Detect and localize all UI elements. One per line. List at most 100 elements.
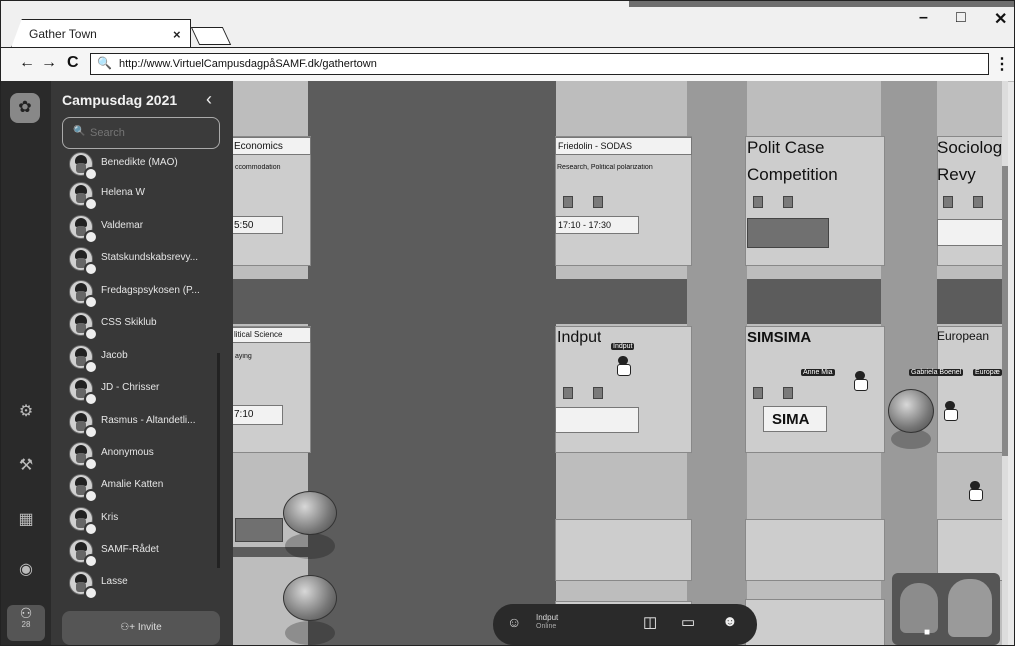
player-avatar[interactable]	[616, 356, 631, 376]
participants-button[interactable]: ⚇ 28	[7, 605, 45, 641]
member-item[interactable]: Helena W	[69, 179, 229, 211]
url-text[interactable]: http://www.VirtuelCampusdagpåSAMF.dk/gat…	[119, 58, 377, 70]
player-avatar[interactable]	[943, 401, 958, 421]
tab-title[interactable]: Gather Town	[29, 27, 97, 41]
member-item[interactable]: SAMF-Rådet	[69, 536, 229, 568]
player-nametag: Gabriela Boenel	[909, 369, 964, 376]
participant-video	[948, 579, 992, 637]
booth-european[interactable]	[937, 326, 1008, 453]
tree	[888, 389, 934, 433]
status-dot	[84, 392, 98, 406]
chat-icon[interactable]: ◉	[1, 559, 51, 579]
member-name: Helena W	[101, 187, 145, 198]
member-name: SAMF-Rådet	[101, 544, 159, 555]
status-dot	[84, 425, 98, 439]
bottom-control-bar: ☺ Indput Online ◫ ▭ ☻	[493, 604, 757, 645]
invite-label: Invite	[137, 622, 162, 633]
status-dot	[84, 327, 98, 341]
hammer-icon[interactable]: ⚒	[1, 455, 51, 475]
map-icon[interactable]: ◫	[643, 613, 657, 631]
booth-title: Polit Case	[747, 138, 825, 157]
member-item[interactable]: Kris	[69, 504, 229, 536]
gear-icon[interactable]: ⚙	[1, 401, 51, 421]
booth[interactable]	[745, 599, 885, 645]
member-item[interactable]: Statskundskabsrevy...	[69, 244, 229, 276]
booth-political-science[interactable]	[233, 326, 311, 453]
member-item[interactable]: Benedikte (MAO)	[69, 149, 229, 181]
tree	[283, 575, 337, 621]
member-name: Benedikte (MAO)	[101, 157, 178, 168]
status-dot	[84, 522, 98, 536]
player-avatar[interactable]	[968, 481, 983, 501]
member-item[interactable]: Rasmus - Altandetli...	[69, 407, 229, 439]
calendar-icon[interactable]: ▦	[1, 509, 51, 529]
add-user-icon: ⚇+	[120, 622, 138, 633]
address-bar[interactable]: 🔍 http://www.VirtuelCampusdagpåSAMF.dk/g…	[90, 53, 989, 75]
member-item[interactable]: JD - Chrisser	[69, 374, 229, 406]
screen-share-icon[interactable]: ▭	[681, 613, 695, 631]
title-bar: Gather Town × – □ ✕	[1, 1, 1014, 48]
tab-close-icon[interactable]: ×	[173, 27, 181, 42]
gather-app: ✿ ⚙ ⚒ ▦ ◉ ⚇ 28 Campusdag 2021 ‹ 🔍 Benedi…	[1, 81, 1014, 645]
space-title: Campusdag 2021	[62, 92, 178, 108]
booth-time: 17:10 - 17:30	[558, 220, 612, 230]
booth-title-line2: Competition	[747, 165, 838, 184]
close-window-button[interactable]: ✕	[994, 9, 1007, 29]
status-dot	[84, 360, 98, 374]
booth-subtitle: ccommodation	[235, 164, 281, 171]
camera-icon[interactable]: ■	[924, 627, 930, 638]
gather-logo-icon[interactable]: ✿	[10, 93, 40, 123]
member-item[interactable]: Amalie Katten	[69, 471, 229, 503]
search-input[interactable]	[88, 122, 212, 144]
game-map[interactable]: Economics ccommodation 5:50 Friedolin - …	[233, 81, 1008, 645]
booth-subtitle: aying	[235, 353, 252, 360]
status-dot	[84, 554, 98, 568]
new-tab-button[interactable]	[190, 27, 232, 45]
booth[interactable]	[937, 519, 1008, 581]
booth-time: 5:50	[234, 220, 254, 231]
panel-scrollbar[interactable]	[217, 353, 220, 568]
player-avatar[interactable]	[853, 371, 868, 391]
player-nametag: Indput	[611, 343, 635, 350]
member-item[interactable]: Valdemar	[69, 212, 229, 244]
collapse-panel-icon[interactable]: ‹	[206, 89, 212, 110]
member-item[interactable]: CSS Skiklub	[69, 309, 229, 341]
member-name: Lasse	[101, 576, 128, 587]
page-scrollbar[interactable]	[1002, 81, 1008, 645]
member-item[interactable]: Jacob	[69, 342, 229, 374]
member-name: CSS Skiklub	[101, 317, 157, 328]
maximize-button[interactable]: □	[956, 9, 966, 27]
page-scrollbar-thumb[interactable]	[1002, 166, 1008, 456]
self-name: Indput	[536, 613, 559, 622]
status-dot	[84, 586, 98, 600]
status-dot	[84, 489, 98, 503]
booth-title: SIMSIMA	[747, 329, 812, 346]
back-button[interactable]: ←	[19, 54, 35, 72]
video-tile[interactable]: ■	[892, 573, 1000, 645]
browser-menu-icon[interactable]: ⋮	[994, 54, 1010, 74]
self-status: Online	[536, 623, 557, 630]
booth[interactable]	[745, 519, 885, 581]
booth-subtitle: Research, Political polarization	[557, 164, 653, 171]
member-item[interactable]: Lasse	[69, 568, 229, 600]
reload-button[interactable]: C	[67, 54, 79, 72]
player-nametag: Europæ	[973, 369, 1002, 376]
minimize-button[interactable]: –	[919, 9, 928, 27]
status-dot	[84, 262, 98, 276]
booth-sodas[interactable]	[555, 136, 692, 266]
booth[interactable]	[555, 519, 692, 581]
member-item[interactable]: Anonymous	[69, 439, 229, 471]
status-dot	[84, 295, 98, 309]
member-item[interactable]: Fredagspsykosen (P...	[69, 277, 229, 309]
booth-economics[interactable]	[233, 136, 311, 266]
invite-button[interactable]: ⚇+ Invite	[62, 611, 220, 645]
search-icon: 🔍	[97, 56, 112, 70]
participants-panel: Campusdag 2021 ‹ 🔍 Benedikte (MAO) Helen…	[51, 81, 233, 645]
forward-button[interactable]: →	[41, 54, 57, 72]
search-box[interactable]: 🔍	[62, 117, 220, 149]
emoji-icon[interactable]: ☻	[722, 613, 738, 630]
status-dot	[84, 457, 98, 471]
member-name: Valdemar	[101, 220, 144, 231]
self-avatar-icon[interactable]: ☺	[507, 614, 521, 630]
participant-video	[900, 583, 938, 633]
